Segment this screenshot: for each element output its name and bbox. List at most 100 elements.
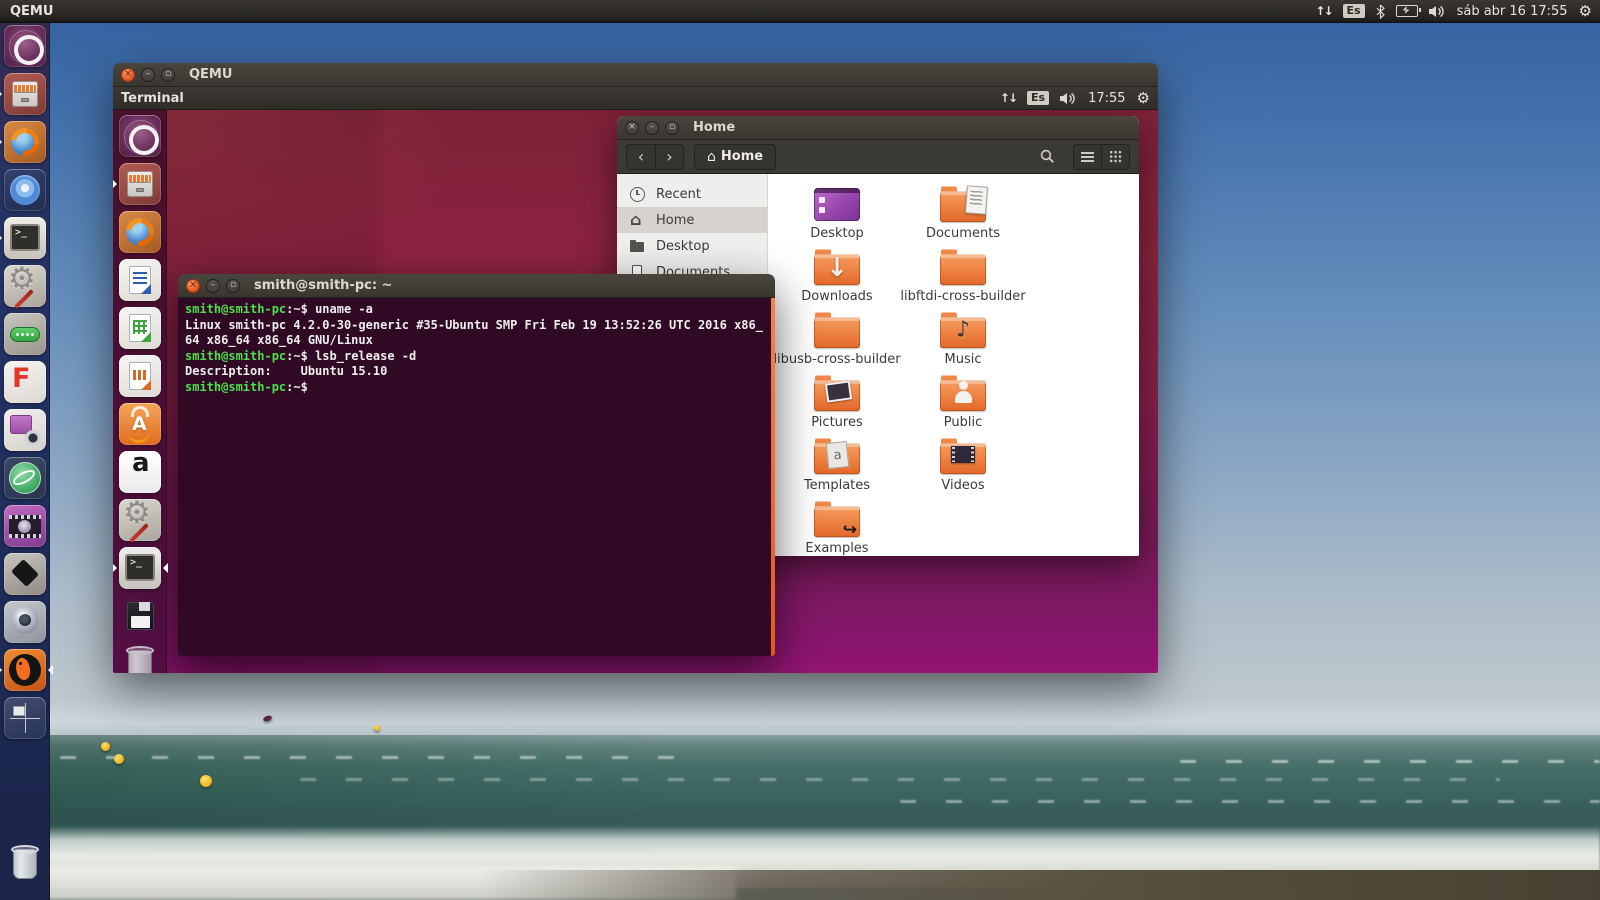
dock-item-libre-impress[interactable] [119,355,161,397]
cheese-icon [10,415,32,434]
examples-folder-icon: ↪ [813,499,861,539]
dock-item-atom[interactable] [4,457,46,499]
terminal-output-line: Description: Ubuntu 15.10 [185,364,767,380]
sidebar-item-label: Home [656,213,694,228]
minimize-button[interactable]: – [141,68,155,82]
forward-button[interactable]: › [655,144,684,170]
libre-calc-icon [129,314,151,342]
pictures-folder-icon [813,373,861,413]
dock-item-trash[interactable] [4,842,46,884]
terminal-content[interactable]: smith@smith-pc:~$ uname -aLinux smith-pc… [178,298,775,656]
webcam-viewer-icon [11,606,39,634]
vm-titlebar[interactable]: × – ▫ QEMU [113,63,1158,87]
buoy [200,775,212,787]
sidebar-item-recent[interactable]: Recent [617,181,767,207]
file-manager-titlebar[interactable]: × – ▫ Home [617,116,1139,140]
music-folder-icon: ♪ [939,310,987,350]
dock-item-qemu[interactable] [4,649,46,691]
vm-menu-bar: Terminal ↑↓ Es 17:55 ⚙ [113,87,1158,110]
grid-view-button[interactable] [1101,145,1129,169]
terminal-output-line: Linux smith-pc 4.2.0-30-generic #35-Ubun… [185,318,767,334]
dock-item-libre-writer[interactable] [119,259,161,301]
close-button[interactable]: × [186,279,200,293]
file-item-label: libftdi-cross-builder [900,289,1025,304]
close-button[interactable]: × [625,121,639,135]
file-manager-title: Home [693,120,735,135]
dock-item-terminal[interactable] [119,547,161,589]
vm-active-app-name[interactable]: Terminal [121,91,184,106]
file-item-music[interactable]: ♪Music [900,310,1026,373]
minimize-button[interactable]: – [206,279,220,293]
dock-item-inkscape[interactable] [4,553,46,595]
file-item-pictures[interactable]: Pictures [774,373,900,436]
maximize-button[interactable]: ▫ [161,68,175,82]
file-grid: Desktop Documents ↓Downloadslibftdi-cross-… [768,174,1139,556]
volume-icon[interactable] [1429,5,1446,18]
dock-item-cheese[interactable] [4,409,46,451]
video-editor-icon [9,515,41,538]
file-item-documents[interactable]: Documents [900,184,1026,247]
file-item-libftdi-cross-builder[interactable]: libftdi-cross-builder [900,247,1026,310]
vm-launcher-dock [113,110,167,673]
dock-item-serial-tool[interactable] [4,313,46,355]
updown-arrows-icon[interactable]: ↑↓ [1000,91,1016,105]
maximize-button[interactable]: ▫ [665,121,679,135]
file-item-videos[interactable]: Videos [900,436,1026,499]
volume-icon[interactable] [1060,92,1077,105]
terminal-titlebar[interactable]: × – ▫ smith@smith-pc: ~ [178,274,775,298]
search-button[interactable] [1034,145,1060,169]
terminal-scrollbar[interactable] [771,298,775,656]
gear-icon[interactable]: ⚙ [1137,91,1150,106]
file-item-public[interactable]: Public [900,373,1026,436]
dock-item-system-settings[interactable] [119,499,161,541]
dock-item-trash[interactable] [119,643,161,673]
dock-item-video-editor[interactable] [4,505,46,547]
dock-item-floppy[interactable] [119,595,161,637]
running-indicator [0,665,2,675]
dock-item-freecad[interactable] [4,361,46,403]
dock-item-firefox[interactable] [119,211,161,253]
dock-item-terminal[interactable] [4,217,46,259]
list-view-button[interactable] [1074,145,1101,169]
back-button[interactable]: ‹ [626,144,655,170]
host-launcher-dock [0,22,50,900]
updown-arrows-icon[interactable]: ↑↓ [1315,4,1331,18]
file-item-desktop[interactable]: Desktop [774,184,900,247]
dock-item-files[interactable] [4,73,46,115]
file-item-libusb-cross-builder[interactable]: libusb-cross-builder [774,310,900,373]
minimize-button[interactable]: – [645,121,659,135]
dock-item-ubuntu-dash[interactable] [119,115,161,157]
dock-item-files[interactable] [119,163,161,205]
close-button[interactable]: × [121,68,135,82]
keyboard-layout-indicator[interactable]: Es [1027,91,1049,105]
public-folder-icon [939,373,987,413]
file-item-downloads[interactable]: ↓Downloads [774,247,900,310]
gear-icon[interactable]: ⚙ [1579,4,1592,19]
dock-item-chromium[interactable] [4,169,46,211]
home-icon: ⌂ [707,149,716,165]
battery-icon[interactable] [1396,5,1418,17]
dock-item-workspace-switcher[interactable] [4,697,46,739]
dock-item-system-settings[interactable] [4,265,46,307]
vm-clock[interactable]: 17:55 [1088,91,1125,106]
file-item-label: Documents [926,226,1000,241]
maximize-button[interactable]: ▫ [226,279,240,293]
folder-icon [814,317,860,348]
dock-item-amazon[interactable] [119,451,161,493]
desktop-folder-icon [813,184,861,224]
sidebar-item-home[interactable]: Home [617,207,767,233]
dock-item-firefox[interactable] [4,121,46,163]
keyboard-layout-indicator[interactable]: Es [1343,4,1365,18]
dock-item-ubuntu-dash[interactable] [4,25,46,67]
file-item-templates[interactable]: aTemplates [774,436,900,499]
bluetooth-icon[interactable] [1376,4,1385,19]
ubuntu-dash-icon [129,125,159,155]
dock-item-libre-calc[interactable] [119,307,161,349]
dock-item-webcam-viewer[interactable] [4,601,46,643]
file-item-label: Desktop [810,226,864,241]
file-item-examples[interactable]: ↪Examples [774,499,900,556]
terminal-output-line: 64 x86_64 x86_64 GNU/Linux [185,333,767,349]
path-button[interactable]: ⌂ Home [694,144,776,170]
sidebar-item-desktop[interactable]: Desktop [617,233,767,259]
host-clock[interactable]: sáb abr 16 17:55 [1457,4,1568,19]
